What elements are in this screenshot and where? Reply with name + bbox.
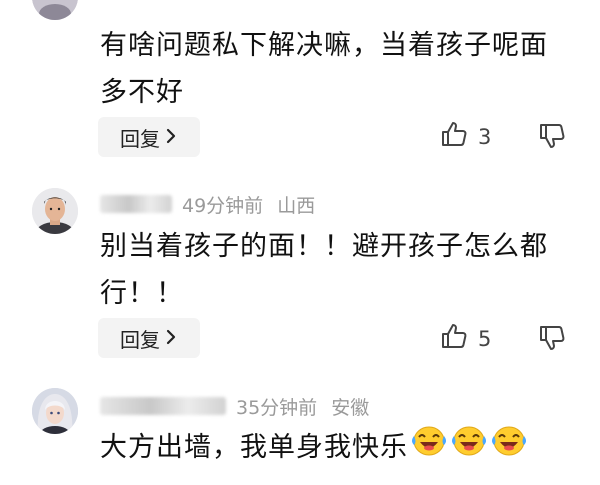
laughing-crying-emoji-icon	[410, 424, 448, 473]
laughing-crying-emoji-icon	[450, 424, 488, 473]
dislike-button[interactable]	[538, 324, 566, 356]
chevron-right-icon	[164, 125, 178, 149]
avatar[interactable]	[32, 188, 78, 234]
like-count: 5	[478, 326, 492, 351]
comment-text: 大方出墙，我单身我快乐	[100, 432, 408, 463]
thumbs-down-icon	[538, 124, 566, 154]
avatar[interactable]	[32, 0, 78, 20]
chevron-right-icon	[164, 326, 178, 350]
comment-meta: 49分钟前 山西	[100, 189, 315, 219]
thumbs-down-icon	[538, 326, 566, 356]
comment-text-row: 大方出墙，我单身我快乐	[100, 424, 580, 473]
avatar[interactable]	[32, 388, 78, 434]
dislike-button[interactable]	[538, 122, 566, 154]
like-button[interactable]: 3	[440, 120, 491, 153]
reply-label: 回复	[120, 327, 160, 352]
comment-text: 别当着孩子的面！！避开孩子怎么都行！！	[100, 231, 548, 309]
reply-label: 回复	[120, 126, 160, 151]
laughing-crying-emoji-icon	[490, 424, 528, 473]
reply-button[interactable]: 回复	[98, 318, 200, 358]
comment-location: 山西	[277, 194, 316, 217]
thumbs-up-icon	[440, 322, 468, 355]
like-button[interactable]: 5	[440, 322, 491, 355]
username[interactable]	[100, 397, 226, 415]
comment-text: 有啥问题私下解决嘛，当着孩子呢面多不好	[100, 30, 548, 108]
username[interactable]	[100, 195, 172, 213]
comment-location: 安徽	[331, 396, 370, 419]
comment-time: 35分钟前	[236, 396, 318, 419]
reply-button[interactable]: 回复	[98, 117, 200, 157]
thumbs-up-icon	[440, 120, 468, 153]
comment-time: 49分钟前	[182, 194, 264, 217]
comment-meta: 35分钟前 安徽	[100, 391, 369, 421]
like-count: 3	[478, 124, 492, 149]
